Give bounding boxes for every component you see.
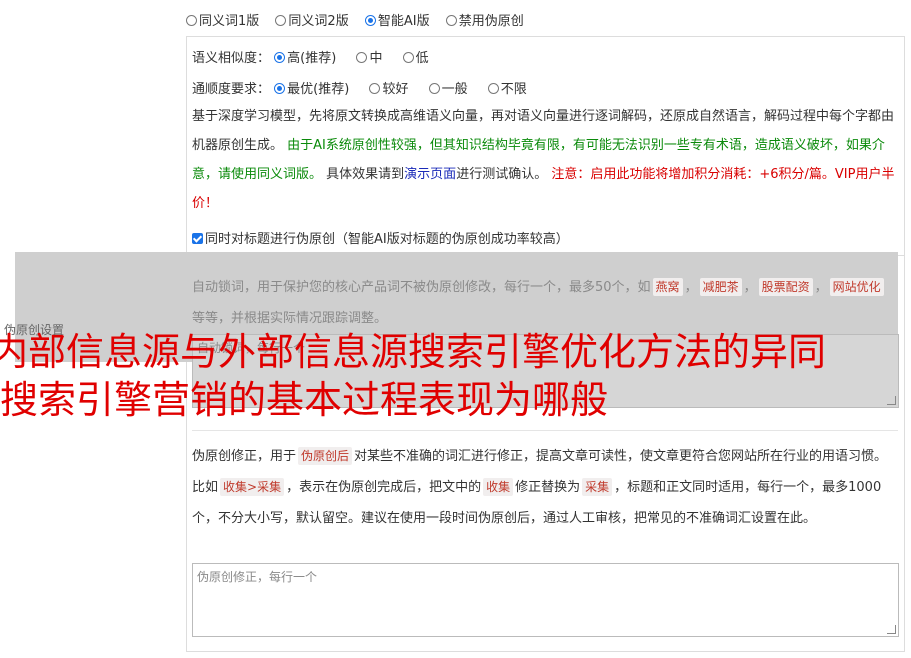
radio-icon[interactable] <box>186 15 197 26</box>
headline-overlay: 内部信息源与外部信息源搜索引擎优化方法的异同 搜索引擎营销的基本过程表现为哪般 <box>0 328 911 424</box>
example-tag: 收集>采集 <box>220 478 285 496</box>
similarity-row: 语义相似度： 高(推荐) 中 低 <box>192 47 437 66</box>
fluency-row: 通顺度要求： 最优(推荐) 较好 一般 不限 <box>192 78 535 97</box>
example-tag: 采集 <box>582 478 613 496</box>
similarity-label: 语义相似度： <box>192 51 271 66</box>
radio-icon[interactable] <box>275 15 287 26</box>
fluency-any-option[interactable]: 不限 <box>487 82 527 97</box>
fluency-label: 通顺度要求： <box>192 82 271 97</box>
fluency-good-option[interactable]: 较好 <box>369 82 408 97</box>
lock-words-description: 自动锁词，用于保护您的核心产品词不被伪原创修改，每行一个，最多50个，如 燕窝，减… <box>192 272 898 334</box>
checkbox-checked-icon[interactable] <box>192 233 203 244</box>
radio-icon[interactable] <box>487 83 499 94</box>
mode-disable-option[interactable]: 禁用伪原创 <box>445 14 524 29</box>
example-tag: 减肥茶 <box>699 278 742 296</box>
fluency-normal-option[interactable]: 一般 <box>428 82 468 97</box>
title-rewrite-checkbox-row[interactable]: 同时对标题进行伪原创（智能AI版对标题的伪原创成功率较高） <box>192 228 569 247</box>
mode-ai-option[interactable]: 智能AI版 <box>364 14 430 29</box>
radio-selected-icon[interactable] <box>364 15 376 26</box>
radio-icon[interactable] <box>445 15 457 26</box>
resize-handle-icon[interactable] <box>887 625 896 634</box>
radio-selected-icon[interactable] <box>274 52 286 63</box>
ai-description: 基于深度学习模型，先将原文转换成高维语义向量，再对语义向量进行逐词解码，还原成自… <box>192 109 895 211</box>
radio-icon[interactable] <box>402 52 414 63</box>
fix-words-description: 伪原创修正，用于 伪原创后 对某些不准确的词汇进行修正，提高文章可读性，使文章更符合… <box>192 447 888 526</box>
example-tag: 收集 <box>483 478 514 496</box>
mode-synonym2-option[interactable]: 同义词2版 <box>275 14 349 29</box>
demo-page-link[interactable]: 演示页面 <box>404 167 456 182</box>
radio-icon[interactable] <box>428 83 440 94</box>
radio-selected-icon[interactable] <box>274 83 286 94</box>
example-tag: 股票配资 <box>758 278 813 296</box>
similarity-mid-option[interactable]: 中 <box>356 51 382 66</box>
radio-icon[interactable] <box>369 83 381 94</box>
similarity-low-option[interactable]: 低 <box>402 51 429 66</box>
example-tag: 燕窝 <box>652 278 683 296</box>
rewrite-mode-group: 同义词1版 同义词2版 智能AI版 禁用伪原创 <box>186 10 536 29</box>
fix-words-textarea[interactable]: 伪原创修正，每行一个 <box>192 563 899 637</box>
divider <box>192 430 898 431</box>
example-tag: 网站优化 <box>829 278 884 296</box>
mode-synonym1-option[interactable]: 同义词1版 <box>186 14 259 29</box>
fluency-best-option[interactable]: 最优(推荐) <box>274 82 349 97</box>
headline-line-2: 搜索引擎营销的基本过程表现为哪般 <box>0 378 609 422</box>
radio-icon[interactable] <box>356 52 368 63</box>
similarity-high-option[interactable]: 高(推荐) <box>274 51 336 66</box>
example-tag: 伪原创后 <box>298 447 353 465</box>
headline-line-1: 内部信息源与外部信息源搜索引擎优化方法的异同 <box>0 330 827 374</box>
